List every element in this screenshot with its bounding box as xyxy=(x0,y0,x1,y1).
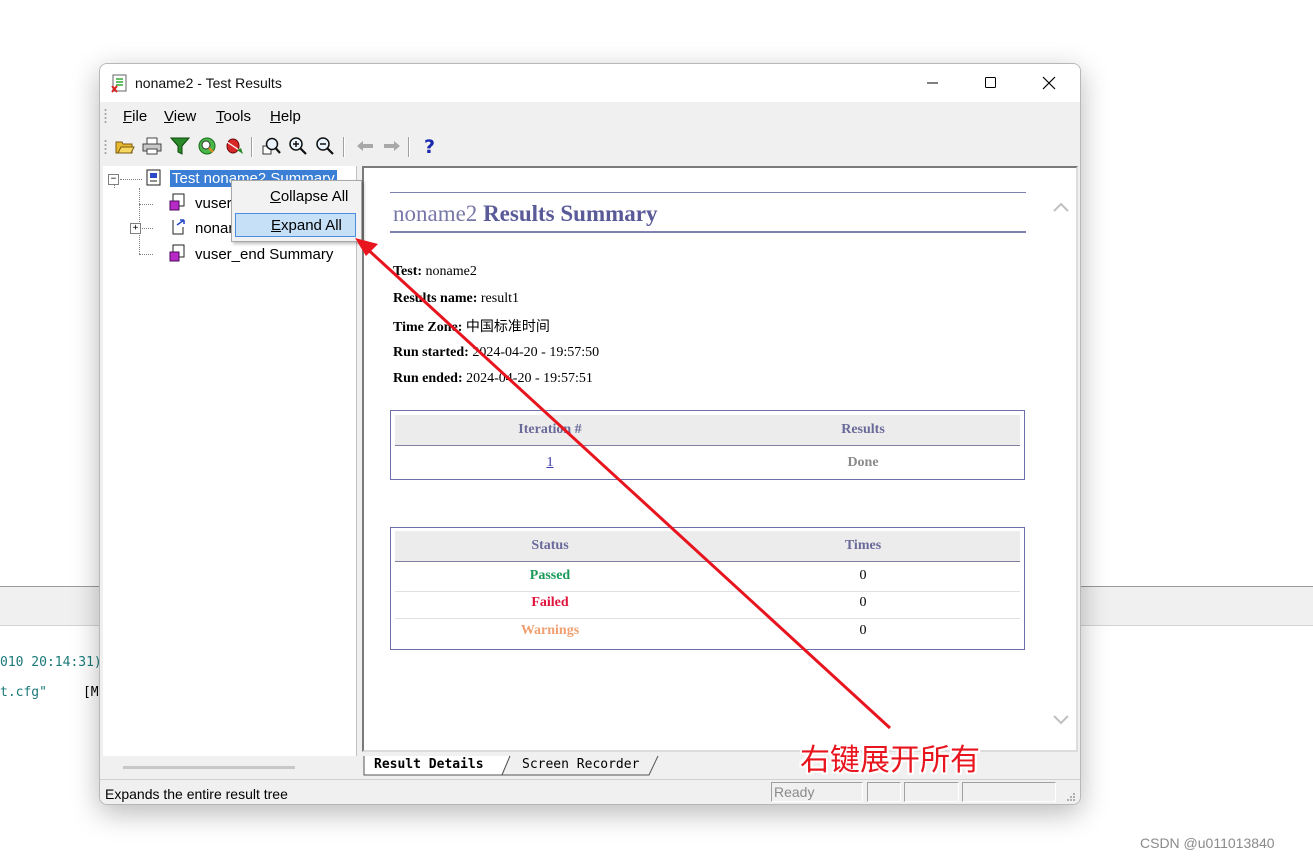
watermark: CSDN @u011013840 xyxy=(1140,835,1275,851)
annotation-arrow xyxy=(355,238,892,730)
annotation-text: 右键展开所有 xyxy=(800,743,980,778)
